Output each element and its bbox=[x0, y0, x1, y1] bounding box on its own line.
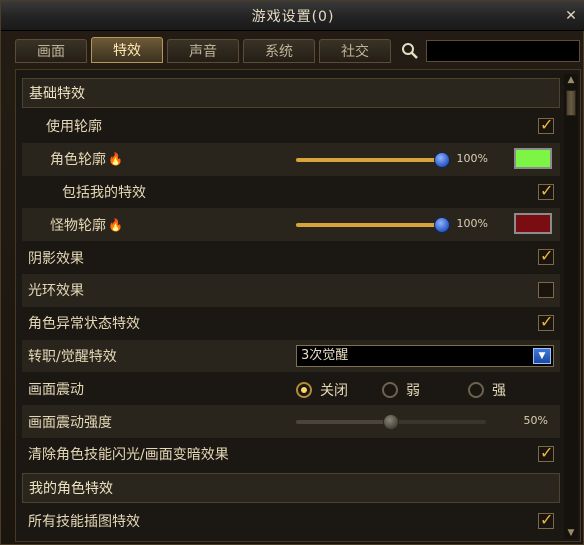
row-label: 包括我的特效 bbox=[62, 184, 146, 201]
settings-list: 基础特效 使用轮廓 ✓ 角色轮廓 🔥 100% 包括我的特效 ✓ 怪物轮廓 🔥 … bbox=[22, 78, 560, 538]
row-label: 转职/觉醒特效 bbox=[28, 348, 117, 365]
row-use-outline: 使用轮廓 ✓ bbox=[22, 110, 560, 143]
row-label: 光环效果 bbox=[28, 283, 84, 300]
row-clear-skill-flash: 清除角色技能闪光/画面变暗效果 ✓ bbox=[22, 438, 560, 471]
row-label: 清除角色技能闪光/画面变暗效果 bbox=[28, 447, 229, 464]
search-icon[interactable] bbox=[401, 42, 419, 60]
row-label: 角色异常状态特效 bbox=[28, 316, 140, 333]
section-title: 我的角色特效 bbox=[29, 480, 113, 497]
row-shake-strength: 画面震动强度 50% bbox=[22, 405, 560, 438]
slider-knob[interactable] bbox=[434, 217, 450, 234]
slider-fill bbox=[296, 157, 442, 162]
slider-fill bbox=[296, 223, 442, 228]
skill-art-checkbox[interactable]: ✓ bbox=[538, 509, 554, 529]
radio-label: 关闭 bbox=[320, 383, 348, 400]
check-mark-icon: ✓ bbox=[540, 509, 554, 529]
row-awakening-effects: 转职/觉醒特效 3次觉醒 ▼ bbox=[22, 339, 560, 373]
tab-bar: 画面 特效 声音 系统 社交 bbox=[15, 37, 391, 65]
check-mark-icon: ✓ bbox=[540, 442, 554, 462]
shake-strength-slider[interactable] bbox=[296, 414, 486, 431]
row-label: 怪物轮廓 bbox=[50, 217, 106, 234]
row-label: 角色轮廓 bbox=[50, 152, 106, 169]
scroll-down-icon[interactable]: ▼ bbox=[565, 527, 577, 539]
scrollbar[interactable]: ▲ ▼ bbox=[564, 74, 578, 539]
monster-outline-color-swatch[interactable] bbox=[514, 213, 552, 235]
row-label: 画面震动 bbox=[28, 381, 84, 398]
clear-flash-checkbox[interactable]: ✓ bbox=[538, 442, 554, 462]
shadow-checkbox[interactable]: ✓ bbox=[538, 246, 554, 266]
search-input[interactable] bbox=[426, 40, 580, 62]
outline-checkbox[interactable]: ✓ bbox=[538, 115, 554, 134]
row-character-outline: 角色轮廓 🔥 100% bbox=[22, 142, 560, 176]
check-mark-icon: ✓ bbox=[540, 180, 554, 200]
slider-value: 50% bbox=[523, 414, 548, 428]
check-mark-icon: ✓ bbox=[540, 246, 554, 266]
chevron-down-icon[interactable]: ▼ bbox=[533, 347, 551, 364]
scroll-thumb[interactable] bbox=[566, 90, 576, 116]
radio-dot bbox=[296, 382, 312, 399]
tab-sound[interactable]: 声音 bbox=[167, 39, 239, 63]
fire-icon: 🔥 bbox=[108, 152, 123, 167]
window-title: 游戏设置(0) bbox=[251, 8, 335, 25]
awakening-select[interactable]: 3次觉醒 ▼ bbox=[296, 344, 554, 367]
effects-panel: 基础特效 使用轮廓 ✓ 角色轮廓 🔥 100% 包括我的特效 ✓ 怪物轮廓 🔥 … bbox=[15, 69, 581, 542]
check-mark-icon: ✓ bbox=[540, 115, 554, 134]
character-outline-color-swatch[interactable] bbox=[514, 147, 552, 169]
row-status-effects: 角色异常状态特效 ✓ bbox=[22, 307, 560, 340]
slider-knob[interactable] bbox=[434, 151, 450, 168]
fire-icon: 🔥 bbox=[108, 217, 123, 232]
monster-outline-slider[interactable] bbox=[296, 217, 450, 234]
row-label: 使用轮廓 bbox=[46, 119, 102, 136]
shake-radio-strong[interactable]: 强 bbox=[468, 380, 506, 400]
slider-knob[interactable] bbox=[383, 414, 399, 431]
row-label: 阴影效果 bbox=[28, 250, 84, 267]
tab-social[interactable]: 社交 bbox=[319, 39, 391, 63]
character-outline-slider[interactable] bbox=[296, 151, 450, 168]
section-my-character-effects: 我的角色特效 bbox=[22, 472, 560, 503]
row-screen-shake: 画面震动 关闭 弱 强 bbox=[22, 372, 560, 405]
tab-effects[interactable]: 特效 bbox=[91, 37, 163, 63]
halo-checkbox[interactable] bbox=[538, 281, 554, 298]
radio-dot bbox=[468, 382, 484, 399]
shake-radio-off[interactable]: 关闭 bbox=[296, 380, 348, 400]
radio-label: 强 bbox=[492, 383, 506, 400]
shake-radio-weak[interactable]: 弱 bbox=[382, 380, 420, 400]
tab-system[interactable]: 系统 bbox=[243, 39, 315, 63]
settings-window: 游戏设置(0) ✕ 画面 特效 声音 系统 社交 基础特效 使用轮廓 ✓ 角色轮… bbox=[0, 0, 584, 545]
row-label: 所有技能插图特效 bbox=[28, 514, 140, 531]
radio-dot bbox=[382, 382, 398, 399]
select-value: 3次觉醒 bbox=[301, 347, 349, 363]
section-basic-effects: 基础特效 bbox=[22, 78, 560, 108]
title-bar[interactable]: 游戏设置(0) ✕ bbox=[1, 1, 584, 31]
row-include-my-effects: 包括我的特效 ✓ bbox=[22, 176, 560, 209]
check-mark-icon: ✓ bbox=[540, 311, 554, 331]
row-monster-outline: 怪物轮廓 🔥 100% bbox=[22, 208, 560, 242]
row-label: 画面震动强度 bbox=[28, 414, 112, 431]
row-halo: 光环效果 bbox=[22, 273, 560, 307]
status-fx-checkbox[interactable]: ✓ bbox=[538, 311, 554, 331]
tab-display[interactable]: 画面 bbox=[15, 39, 87, 63]
scroll-up-icon[interactable]: ▲ bbox=[565, 74, 577, 86]
radio-label: 弱 bbox=[406, 383, 420, 400]
section-title: 基础特效 bbox=[29, 86, 85, 102]
slider-value: 100% bbox=[456, 151, 488, 165]
row-skill-art-effects: 所有技能插图特效 ✓ bbox=[22, 505, 560, 538]
include-mine-checkbox[interactable]: ✓ bbox=[538, 180, 554, 200]
slider-fill bbox=[296, 420, 391, 425]
row-shadow: 阴影效果 ✓ bbox=[22, 241, 560, 274]
slider-value: 100% bbox=[456, 217, 488, 231]
close-icon[interactable]: ✕ bbox=[563, 8, 579, 24]
